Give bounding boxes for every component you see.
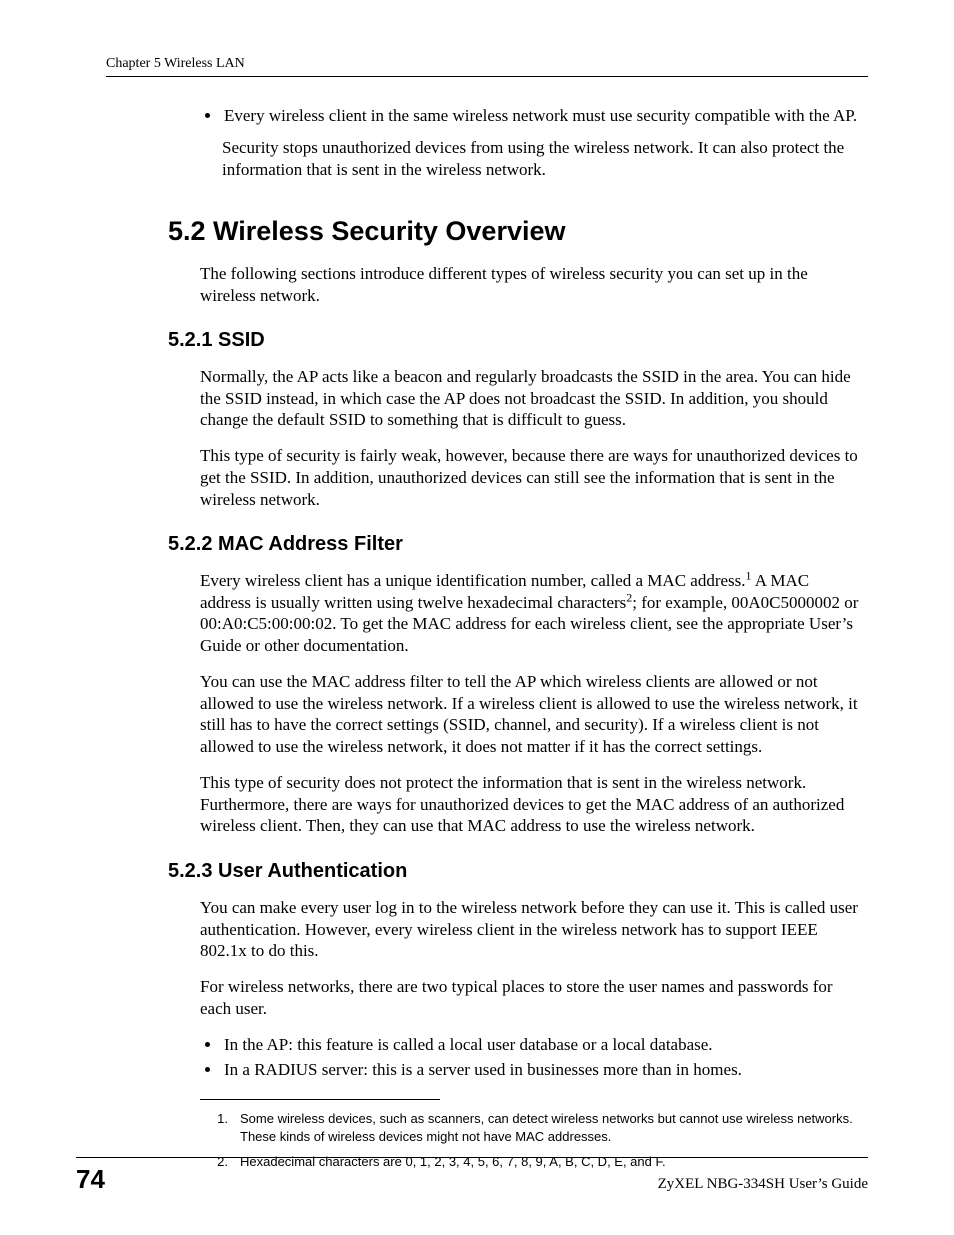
running-header: Chapter 5 Wireless LAN [106,56,868,72]
footer-rule [76,1157,868,1158]
section-heading-5-2: 5.2 Wireless Security Overview [168,214,862,249]
mac-paragraph-1: Every wireless client has a unique ident… [200,570,862,657]
ssid-paragraph-1: Normally, the AP acts like a beacon and … [200,366,862,431]
page: Chapter 5 Wireless LAN Every wireless cl… [0,0,954,1235]
footnote-1-number: 1. [200,1110,240,1145]
body-column: Every wireless client in the same wirele… [200,105,862,1171]
auth-paragraph-2: For wireless networks, there are two typ… [200,976,862,1020]
mac-paragraph-3: This type of security does not protect t… [200,772,862,837]
subsection-heading-ssid: 5.2.1 SSID [168,328,862,354]
guide-title: ZyXEL NBG-334SH User’s Guide [658,1176,868,1193]
mac-paragraph-2: You can use the MAC address filter to te… [200,671,862,758]
header-rule [106,76,868,77]
page-number: 74 [76,1164,105,1195]
ssid-paragraph-2: This type of security is fairly weak, ho… [200,445,862,510]
footer-row: 74 ZyXEL NBG-334SH User’s Guide [76,1164,868,1195]
auth-bullet-2: In a RADIUS server: this is a server use… [222,1059,862,1081]
footnote-1: 1. Some wireless devices, such as scanne… [200,1110,862,1145]
intro-follow-paragraph: Security stops unauthorized devices from… [222,137,862,181]
intro-bullet-list: Every wireless client in the same wirele… [200,105,862,127]
footnote-1-text: Some wireless devices, such as scanners,… [240,1110,862,1145]
intro-bullet: Every wireless client in the same wirele… [222,105,862,127]
section-intro-paragraph: The following sections introduce differe… [200,263,862,307]
page-footer: 74 ZyXEL NBG-334SH User’s Guide [76,1157,868,1195]
subsection-heading-mac: 5.2.2 MAC Address Filter [168,532,862,558]
auth-bullet-list: In the AP: this feature is called a loca… [200,1034,862,1082]
auth-paragraph-1: You can make every user log in to the wi… [200,897,862,962]
mac-p1-part-a: Every wireless client has a unique ident… [200,571,746,590]
auth-bullet-1: In the AP: this feature is called a loca… [222,1034,862,1056]
subsection-heading-auth: 5.2.3 User Authentication [168,859,862,885]
footnote-rule [200,1099,440,1100]
